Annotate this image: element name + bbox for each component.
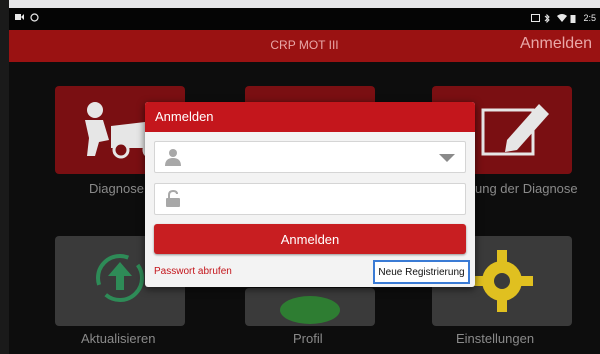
- forgot-password-link[interactable]: Passwort abrufen: [154, 266, 232, 277]
- app-title: CRP MOT III: [270, 38, 339, 52]
- dropdown-arrow-icon[interactable]: [439, 154, 455, 162]
- register-button[interactable]: Neue Registrierung: [373, 260, 470, 284]
- app-notification-icon: [30, 13, 39, 22]
- battery-icon: [570, 14, 579, 23]
- app-header: CRP MOT III Anmelden: [9, 30, 600, 62]
- status-right: 2:5: [531, 13, 596, 24]
- screen: 2:5 CRP MOT III Anmelden Diagnose ung de…: [0, 0, 600, 354]
- status-left: [15, 13, 39, 22]
- dialog-title: Anmelden: [145, 102, 475, 132]
- device-bezel: [0, 0, 9, 354]
- status-bar: 2:5: [9, 8, 600, 30]
- login-button[interactable]: Anmelden: [154, 224, 466, 254]
- password-field[interactable]: [154, 183, 466, 215]
- username-field[interactable]: [154, 141, 466, 173]
- username-input[interactable]: [189, 146, 429, 168]
- bluetooth-icon: [544, 13, 553, 24]
- lock-icon: [166, 190, 180, 207]
- login-dialog: Anmelden Anmelden Passwort abrufen Neue …: [145, 102, 475, 287]
- screenshot-icon: [531, 14, 541, 22]
- password-input[interactable]: [189, 188, 429, 210]
- video-icon: [15, 13, 24, 21]
- header-login-link[interactable]: Anmelden: [520, 35, 592, 53]
- wifi-icon: [557, 14, 568, 22]
- status-time: 2:5: [583, 13, 596, 23]
- user-icon: [165, 149, 181, 166]
